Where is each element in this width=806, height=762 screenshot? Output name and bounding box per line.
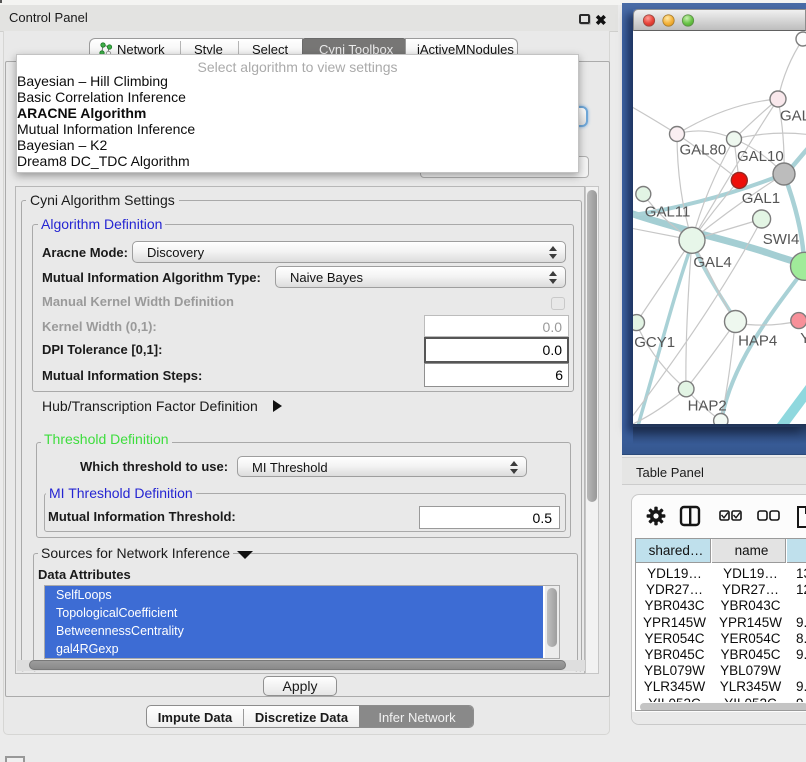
svg-text:HAP4: HAP4 [738,333,777,350]
svg-text:YM: YM [800,330,806,347]
svg-text:GAL2: GAL2 [780,108,806,125]
svg-text:SWI4: SWI4 [763,231,800,248]
svg-text:GAL11: GAL11 [645,203,691,220]
svg-text:GAL4: GAL4 [693,254,731,271]
svg-text:GAL1: GAL1 [742,190,780,207]
svg-text:GCY1: GCY1 [634,334,675,351]
svg-text:HAP2: HAP2 [688,398,727,415]
svg-text:GAL80: GAL80 [680,142,727,159]
svg-text:GAL10: GAL10 [737,148,784,165]
